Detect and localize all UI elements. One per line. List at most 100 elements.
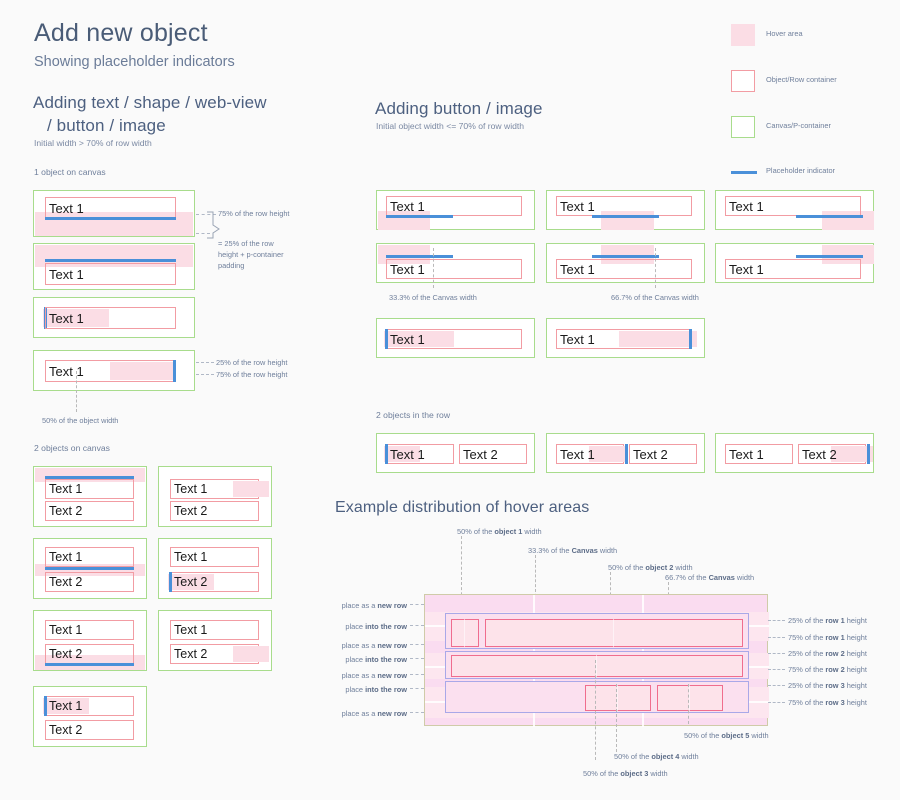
legend-label: Hover area bbox=[766, 29, 803, 38]
ann-pre: 50% of the bbox=[583, 769, 621, 778]
ann-post: width bbox=[749, 731, 769, 740]
annotation-left-1: place as a new row bbox=[335, 600, 407, 611]
diagram-n3-canvas: Text 1 Text 2 bbox=[715, 433, 874, 473]
left-heading-line2: / button / image bbox=[47, 115, 166, 135]
diagram-m2-canvas: Text 1 bbox=[546, 190, 705, 230]
annotation-left-5: place as a new row bbox=[335, 670, 407, 681]
hover-example-heading: Example distribution of hover areas bbox=[335, 499, 590, 516]
annotation-25-row-height: 25% of the row height bbox=[216, 358, 288, 367]
annotation-right-2: 75% of the row 1 height bbox=[788, 632, 867, 643]
object-box-2: Text 2 bbox=[459, 444, 527, 464]
placeholder-indicator bbox=[625, 444, 628, 464]
object-box: Text 1 bbox=[45, 197, 176, 219]
annotation-canvas-667: 66.7% of the Canvas width bbox=[611, 293, 699, 302]
object-box-2: Text 2 bbox=[45, 644, 134, 664]
diagram-l4-canvas: Text 1 bbox=[33, 350, 195, 391]
object-box-1: Text 1 bbox=[725, 444, 793, 464]
placeholder-indicator bbox=[45, 663, 134, 666]
annotation-guide-line bbox=[655, 248, 656, 288]
annotation-guide-line bbox=[616, 684, 617, 752]
object-box: Text 1 bbox=[556, 259, 692, 279]
annotation-leader-line bbox=[410, 658, 424, 659]
object-box-1: Text 1 bbox=[45, 620, 134, 640]
annotation-guide-line bbox=[595, 660, 596, 760]
object-box: Text 1 bbox=[725, 196, 861, 216]
canvas-container-swatch-icon bbox=[731, 116, 755, 138]
annotation-75-row-height-2: 75% of the row height bbox=[216, 370, 288, 379]
diagram-l2-canvas: Text 1 bbox=[33, 243, 195, 290]
placeholder-indicator bbox=[386, 215, 453, 218]
placeholder-indicator bbox=[796, 255, 863, 258]
left-group2-caption: 2 objects on canvas bbox=[34, 443, 110, 453]
ann-bold: new row bbox=[377, 641, 407, 650]
ann-bold: into the row bbox=[365, 622, 407, 631]
page-title: Add new object bbox=[34, 19, 208, 47]
middle-section-heading: Adding button / image bbox=[375, 99, 543, 118]
annotation-leader-line bbox=[196, 374, 214, 375]
placeholder-indicator bbox=[45, 476, 134, 479]
ann-bold: new row bbox=[377, 671, 407, 680]
annotation-leader-line bbox=[410, 688, 424, 689]
object-5-split bbox=[689, 685, 690, 711]
object-box-1: Text 1 bbox=[170, 547, 259, 567]
annotation-left-4: place into the row bbox=[335, 654, 407, 665]
object-box-1-label: Text 1 bbox=[174, 481, 208, 496]
hover-area-swatch-icon bbox=[731, 24, 755, 46]
diagram-a3-canvas: Text 1 Text 2 bbox=[33, 610, 147, 671]
ann-post: width bbox=[673, 563, 693, 572]
annotation-leader-line bbox=[768, 620, 785, 621]
ann-pre: 75% of the bbox=[788, 665, 826, 674]
annotation-right-1: 25% of the row 1 height bbox=[788, 615, 867, 626]
annotation-canvas-33: 33.3% of the Canvas width bbox=[389, 293, 477, 302]
placeholder-indicator bbox=[45, 259, 176, 262]
object-box-2: Text 2 bbox=[629, 444, 697, 464]
ann-pre: 50% of the bbox=[457, 527, 495, 536]
object-box: Text 1 bbox=[725, 259, 861, 279]
ann-pre: 75% of the bbox=[788, 633, 826, 642]
annotation-guide-line bbox=[433, 248, 434, 288]
ann-pre: place as a bbox=[341, 601, 378, 610]
ann-pre: 50% of the bbox=[614, 752, 652, 761]
ann-pre: place bbox=[345, 622, 366, 631]
ann-bold: row 2 bbox=[825, 665, 845, 674]
diagram-m6-canvas: Text 1 bbox=[715, 243, 874, 283]
ann-bold: object 2 bbox=[645, 563, 674, 572]
annotation-left-6: place into the row bbox=[335, 684, 407, 695]
annotation-top-1: 50% of the object 1 width bbox=[457, 526, 542, 537]
annotation-leader-line bbox=[768, 637, 785, 638]
diagram-m8-canvas: Text 1 bbox=[546, 318, 705, 358]
diagram-m5-canvas: Text 1 bbox=[546, 243, 705, 283]
ann-post: height bbox=[844, 665, 867, 674]
annotation-top-4: 66.7% of the Canvas width bbox=[665, 572, 754, 583]
ann-post: width bbox=[522, 527, 542, 536]
annotation-guide-line bbox=[688, 684, 689, 724]
legend-label: Canvas/P-container bbox=[766, 121, 831, 130]
ann-pre: 75% of the bbox=[788, 698, 826, 707]
annotation-leader-line bbox=[410, 604, 424, 605]
page-subtitle: Showing placeholder indicators bbox=[34, 54, 235, 70]
diagram-l1-canvas: Text 1 bbox=[33, 190, 195, 237]
ann-pre: 66.7% of the bbox=[665, 573, 709, 582]
annotation-guide-line bbox=[76, 371, 77, 412]
object-box-2: Text 2 bbox=[45, 572, 134, 592]
object-box-2: Text 2 bbox=[170, 501, 259, 521]
object-box: Text 1 bbox=[386, 196, 522, 216]
annotation-leader-line bbox=[410, 644, 424, 645]
object-3 bbox=[451, 655, 743, 677]
hover-distribution-canvas bbox=[424, 594, 769, 727]
ann-pre: place as a bbox=[341, 709, 378, 718]
ann-bold: row 1 bbox=[825, 616, 845, 625]
placeholder-indicator bbox=[796, 215, 863, 218]
ann-bold: Canvas bbox=[708, 573, 735, 582]
annotation-leader-line bbox=[410, 712, 424, 713]
ann-bold: new row bbox=[377, 709, 407, 718]
object-box-1-label: Text 1 bbox=[49, 698, 83, 713]
object-box: Text 1 bbox=[386, 259, 522, 279]
ann-post: width bbox=[679, 752, 699, 761]
object-1 bbox=[451, 619, 479, 647]
annotation-left-7: place as a new row bbox=[335, 708, 407, 719]
annotation-leader-line bbox=[196, 362, 214, 363]
diagram-m7-canvas: Text 1 bbox=[376, 318, 535, 358]
ann-bold: Canvas bbox=[571, 546, 598, 555]
left-group1-caption: 1 object on canvas bbox=[34, 167, 106, 177]
